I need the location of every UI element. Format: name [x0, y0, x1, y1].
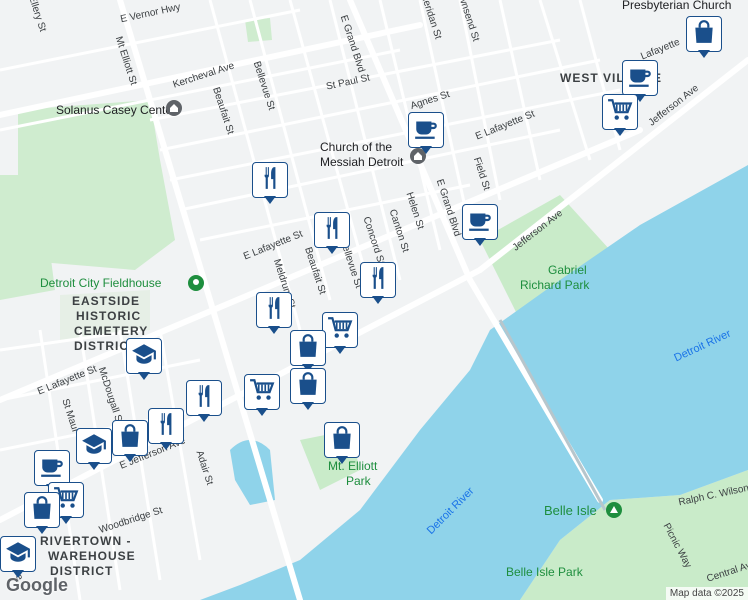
school-icon: [5, 539, 31, 570]
park-pin-icon[interactable]: [606, 502, 622, 518]
school-marker[interactable]: [76, 428, 112, 472]
cafe-icon: [413, 115, 439, 146]
shopping-marker[interactable]: [290, 368, 326, 412]
restaurant-marker[interactable]: [186, 380, 222, 424]
place-label-church-messiah-1: Church of the: [320, 140, 393, 154]
grocery-icon: [327, 315, 353, 346]
shopping-icon: [117, 423, 143, 454]
grocery-marker[interactable]: [244, 374, 280, 418]
restaurant-icon: [191, 383, 217, 414]
cafe-marker[interactable]: [462, 204, 498, 248]
restaurant-marker[interactable]: [252, 162, 288, 206]
shopping-icon: [29, 495, 55, 526]
cafe-icon: [467, 207, 493, 238]
restaurant-icon: [257, 165, 283, 196]
grocery-marker[interactable]: [602, 94, 638, 138]
google-logo: Google: [6, 575, 68, 595]
place-label-solanus: Solanus Casey Center: [56, 103, 177, 117]
shopping-marker[interactable]: [686, 16, 722, 60]
shopping-marker[interactable]: [24, 492, 60, 536]
shopping-marker[interactable]: [112, 420, 148, 464]
cafe-marker[interactable]: [408, 112, 444, 156]
shopping-icon: [329, 425, 355, 456]
place-label-fieldhouse: Detroit City Fieldhouse: [40, 276, 162, 290]
restaurant-icon: [319, 215, 345, 246]
restaurant-marker[interactable]: [148, 408, 184, 452]
place-label-eastside-2: HISTORIC: [76, 309, 142, 323]
grocery-marker[interactable]: [322, 312, 358, 356]
grocery-icon: [249, 377, 275, 408]
restaurant-marker[interactable]: [314, 212, 350, 256]
place-label-eastside-3: CEMETERY: [74, 324, 149, 338]
school-icon: [131, 341, 157, 372]
place-label-rivertown-2: WAREHOUSE: [48, 549, 136, 563]
shopping-icon: [295, 333, 321, 364]
shopping-icon: [295, 371, 321, 402]
map-canvas[interactable]: E Vernor Hwy Ellery St Mt Elliott St Ker…: [0, 0, 748, 600]
place-label-gabriel-2: Richard Park: [520, 278, 590, 292]
restaurant-marker[interactable]: [256, 292, 292, 336]
restaurant-icon: [153, 411, 179, 442]
place-label-gabriel-1: Gabriel: [548, 263, 587, 277]
school-marker[interactable]: [0, 536, 36, 580]
grocery-icon: [607, 97, 633, 128]
place-label-belle-isle: Belle Isle: [544, 503, 597, 518]
school-icon: [81, 431, 107, 462]
attribution-text: Map data ©2025: [665, 587, 748, 600]
place-label-church-messiah-2: Messiah Detroit: [320, 155, 404, 169]
place-label-rivertown-1: RIVERTOWN -: [40, 534, 132, 548]
restaurant-marker[interactable]: [360, 262, 396, 306]
place-label-eastside-1: EASTSIDE: [72, 294, 141, 308]
restaurant-icon: [365, 265, 391, 296]
shopping-marker[interactable]: [324, 422, 360, 466]
park-pin-icon[interactable]: [188, 275, 204, 291]
place-label-mt-elliott-park-2: Park: [346, 474, 371, 488]
cafe-icon: [39, 453, 65, 484]
place-label-belle-isle-park: Belle Isle Park: [506, 565, 583, 579]
church-icon[interactable]: [166, 100, 182, 116]
school-marker[interactable]: [126, 338, 162, 382]
restaurant-icon: [261, 295, 287, 326]
place-label-presbyterian: Presbyterian Church: [622, 0, 732, 12]
cafe-icon: [627, 63, 653, 94]
shopping-icon: [691, 19, 717, 50]
